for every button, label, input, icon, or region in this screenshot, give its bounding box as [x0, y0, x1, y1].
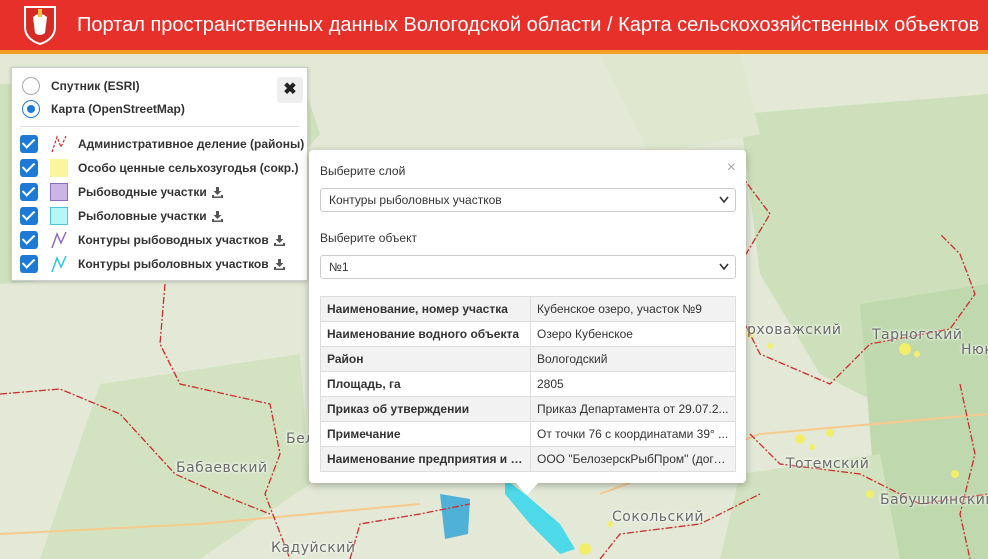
basemap-radio-osm[interactable]	[22, 100, 40, 118]
map-label-kaduisky: Кадуйский	[271, 540, 356, 556]
table-row: Примечание От точки 76 с координатами 39°…	[320, 421, 736, 447]
attribute-key: Район	[320, 346, 531, 372]
layer-select[interactable]: Контуры рыболовных участков	[320, 188, 736, 212]
layer-select-label: Выберите слой	[320, 164, 406, 178]
attribute-key: Наименование водного объекта	[320, 321, 531, 347]
layer-panel: Спутник (ESRI) Карта (OpenStreetMap) ✖ А…	[11, 67, 308, 281]
table-row: Наименование предприятия и р... ООО "Бело…	[320, 446, 736, 472]
layer-item-fishing-contours[interactable]: Контуры рыболовных участков	[20, 254, 285, 274]
layer-item-fishfarm[interactable]: Рыбоводные участки	[20, 182, 223, 202]
table-row: Приказ об утверждении Приказ Департамента…	[320, 396, 736, 422]
attribute-value: Кубенское озеро, участок №9	[530, 296, 736, 322]
layer-checkbox[interactable]	[20, 183, 38, 201]
download-icon[interactable]	[211, 186, 223, 198]
layer-checkbox[interactable]	[20, 135, 38, 153]
attribute-value: ООО "БелозерскРыбПром" (дого...	[530, 446, 736, 472]
attribute-value: От точки 76 с координатами 39° ...	[530, 421, 736, 447]
map-label-tarnogsky: Тарногский	[872, 327, 963, 343]
layer-checkbox[interactable]	[20, 159, 38, 177]
map-label-kharovazh: рховажский	[747, 322, 842, 338]
table-row: Наименование, номер участка Кубенское озе…	[320, 296, 736, 322]
yellow-fill-icon	[50, 159, 68, 177]
panel-close-button[interactable]: ✖	[277, 77, 303, 103]
object-select-label: Выберите объект	[320, 231, 417, 245]
cyan-fill-icon	[50, 207, 68, 225]
map-label-nyuk: Нюк	[961, 342, 988, 358]
layer-checkbox[interactable]	[20, 207, 38, 225]
map-label-babushkinsky: Бабушкинский	[880, 492, 988, 508]
layer-label: Рыболовные участки	[78, 209, 207, 223]
basemap-option-osm[interactable]: Карта (OpenStreetMap)	[22, 99, 185, 119]
attribute-key: Площадь, га	[320, 371, 531, 397]
map-label-babaevsky: Бабаевский	[176, 460, 268, 476]
attribute-key: Наименование предприятия и р...	[320, 446, 531, 472]
layer-checkbox[interactable]	[20, 255, 38, 273]
feature-popup: × Выберите слой Контуры рыболовных участ…	[309, 150, 746, 483]
download-icon[interactable]	[273, 258, 285, 270]
attribute-key: Приказ об утверждении	[320, 396, 531, 422]
download-icon[interactable]	[273, 234, 285, 246]
attribute-table: Наименование, номер участка Кубенское озе…	[320, 296, 736, 472]
app-header: Портал пространственных данных Вологодск…	[0, 0, 988, 54]
basemap-label: Спутник (ESRI)	[51, 79, 140, 93]
table-row: Район Вологодский	[320, 346, 736, 372]
layer-item-admin[interactable]: Административное деление (районы)	[20, 134, 304, 154]
attribute-key: Наименование, номер участка	[320, 296, 531, 322]
layer-label: Контуры рыболовных участков	[78, 257, 269, 271]
purple-line-icon	[51, 231, 67, 249]
purple-fill-icon	[50, 183, 68, 201]
attribute-key: Примечание	[320, 421, 531, 447]
map-label-totemsky: Тотемский	[786, 456, 870, 472]
table-row: Площадь, га 2805	[320, 371, 736, 397]
attribute-value: Приказ Департамента от 29.07.2...	[530, 396, 736, 422]
layer-item-fishfarm-contours[interactable]: Контуры рыбоводных участков	[20, 230, 285, 250]
cyan-line-icon	[51, 255, 67, 273]
attribute-value: Вологодский	[530, 346, 736, 372]
layer-select-value: Контуры рыболовных участков	[329, 193, 502, 207]
object-select-value: №1	[329, 260, 349, 274]
basemap-radio-satellite[interactable]	[22, 77, 40, 95]
basemap-option-satellite[interactable]: Спутник (ESRI)	[22, 76, 140, 96]
layer-label: Особо ценные сельхозугодья (сокр.)	[78, 161, 299, 175]
layer-label: Рыбоводные участки	[78, 185, 207, 199]
chevron-down-icon	[719, 196, 729, 204]
map-label-sokolsky: Сокольский	[612, 509, 704, 525]
red-dashed-line-icon	[51, 135, 67, 153]
attribute-value: Озеро Кубенское	[530, 321, 736, 347]
panel-divider	[20, 126, 299, 127]
popup-pointer	[515, 482, 539, 495]
attribute-value: 2805	[530, 371, 736, 397]
coat-of-arms-icon	[24, 6, 56, 45]
chevron-down-icon	[719, 263, 729, 271]
page-title: Портал пространственных данных Вологодск…	[77, 13, 980, 36]
table-row: Наименование водного объекта Озеро Кубенс…	[320, 321, 736, 347]
popup-close-button[interactable]: ×	[727, 159, 736, 177]
layer-item-agri[interactable]: Особо ценные сельхозугодья (сокр.)	[20, 158, 298, 178]
download-icon[interactable]	[211, 210, 223, 222]
basemap-label: Карта (OpenStreetMap)	[51, 102, 185, 116]
object-select[interactable]: №1	[320, 255, 736, 279]
layer-label: Административное деление (районы)	[78, 137, 305, 151]
layer-item-fishing[interactable]: Рыболовные участки	[20, 206, 223, 226]
layer-label: Контуры рыбоводных участков	[78, 233, 269, 247]
layer-checkbox[interactable]	[20, 231, 38, 249]
